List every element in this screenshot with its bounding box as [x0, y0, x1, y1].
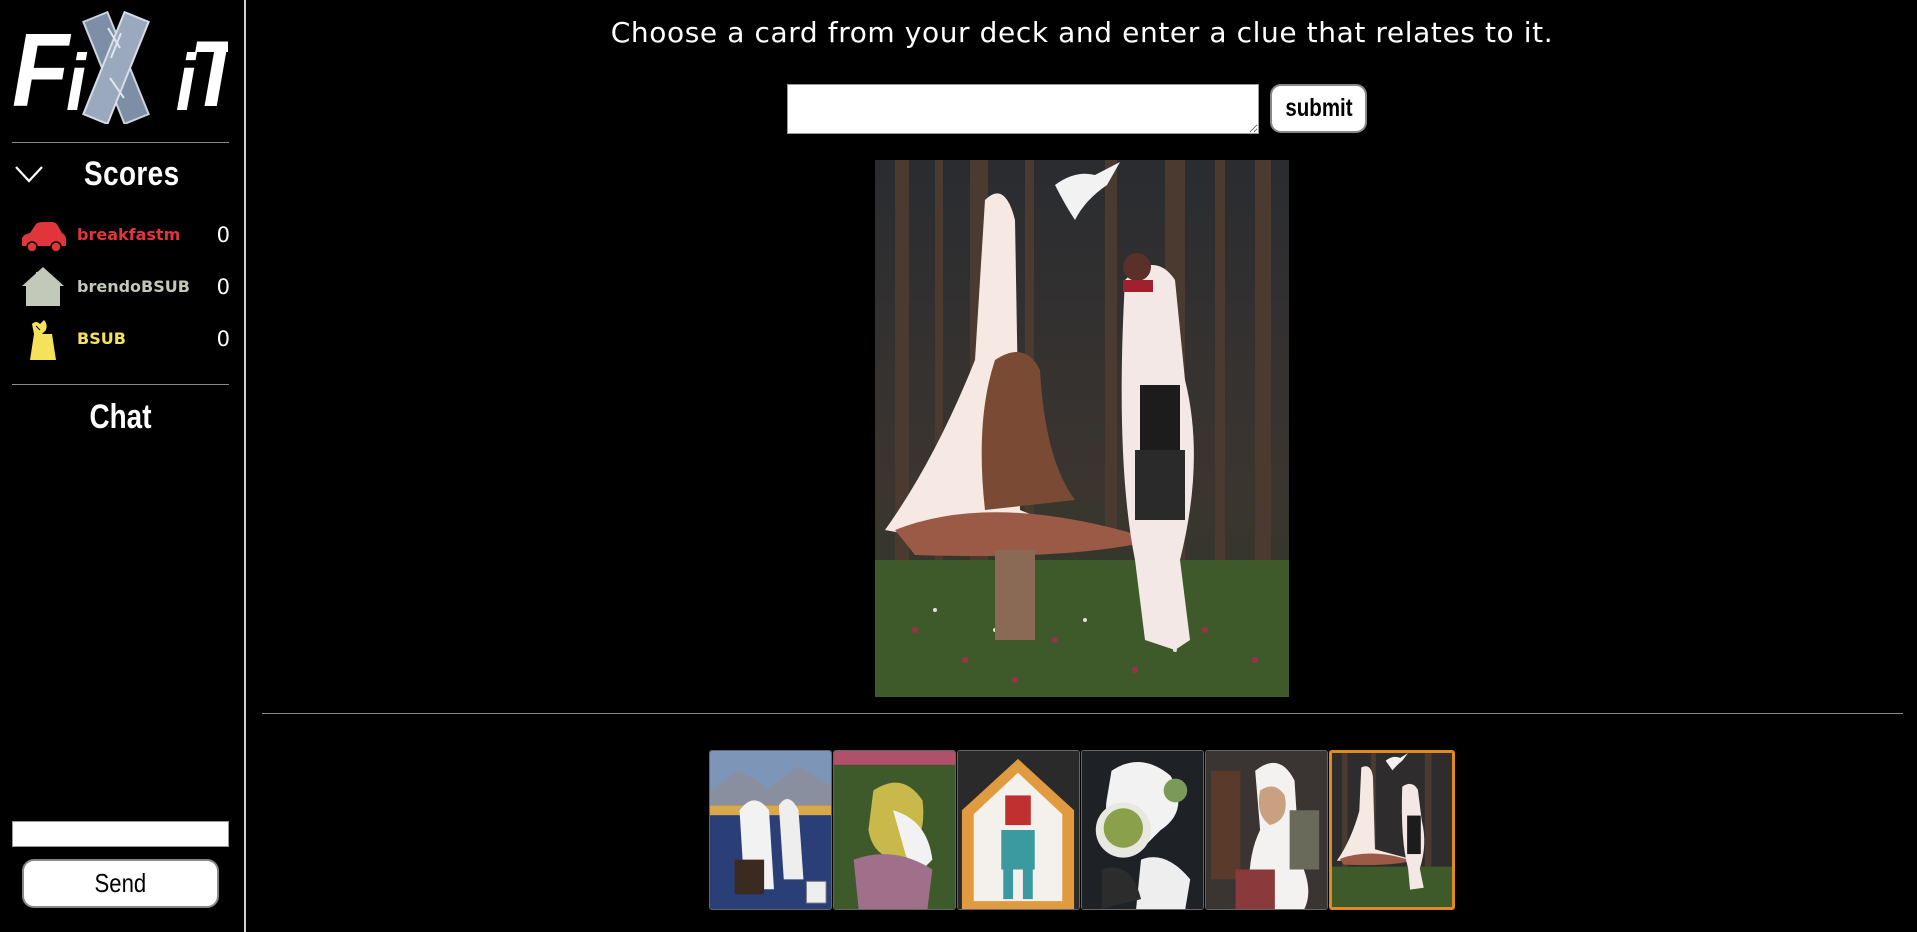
card-image: [710, 751, 831, 909]
submit-button-label: submit: [1285, 94, 1353, 122]
selected-card-image: [875, 160, 1289, 697]
svg-text:F: F: [12, 11, 72, 124]
hand-card[interactable]: [1081, 750, 1204, 910]
player-row: breakfastm 0: [18, 212, 230, 258]
hand-card[interactable]: [833, 750, 956, 910]
sidebar-divider: [12, 142, 229, 143]
sidebar-divider: [12, 384, 229, 385]
scores-title: Scores: [84, 155, 180, 193]
instruction-prompt: Choose a card from your deck and enter a…: [610, 16, 1554, 49]
card-image: [958, 751, 1079, 909]
chat-title: Chat: [89, 398, 152, 436]
car-icon: [22, 222, 66, 253]
scores-header[interactable]: Scores: [12, 155, 229, 195]
card-hand: [709, 750, 1455, 910]
player-row: brendoBSUB 0: [18, 264, 230, 310]
card-image: [1082, 751, 1203, 909]
main-divider: [262, 713, 1903, 714]
card-image: [1332, 753, 1452, 907]
hand-card[interactable]: [709, 750, 832, 910]
player-row: BSUB 0: [18, 316, 230, 362]
player-name: brendoBSUB: [77, 277, 190, 296]
send-button-label: Send: [94, 868, 147, 898]
clue-input[interactable]: [787, 84, 1259, 134]
hand-card[interactable]: [1205, 750, 1328, 910]
player-score: 0: [216, 275, 230, 299]
card-image: [1206, 751, 1327, 909]
card-image: [834, 751, 955, 909]
chat-input[interactable]: [12, 821, 229, 847]
fixit-logo: F i i T: [12, 10, 228, 124]
player-name: BSUB: [77, 329, 126, 348]
sidebar: F i i T Scores breakfastm 0: [0, 0, 246, 932]
house-icon: [22, 267, 64, 306]
player-name: breakfastm: [77, 225, 181, 244]
player-score: 0: [216, 223, 230, 247]
player-score: 0: [216, 327, 230, 351]
hand-card[interactable]: [957, 750, 1080, 910]
hand-card-selected[interactable]: [1329, 750, 1455, 910]
send-button[interactable]: Send: [22, 859, 219, 908]
bag-icon: [30, 320, 56, 360]
svg-text:T: T: [189, 21, 228, 124]
submit-button[interactable]: submit: [1270, 84, 1367, 133]
